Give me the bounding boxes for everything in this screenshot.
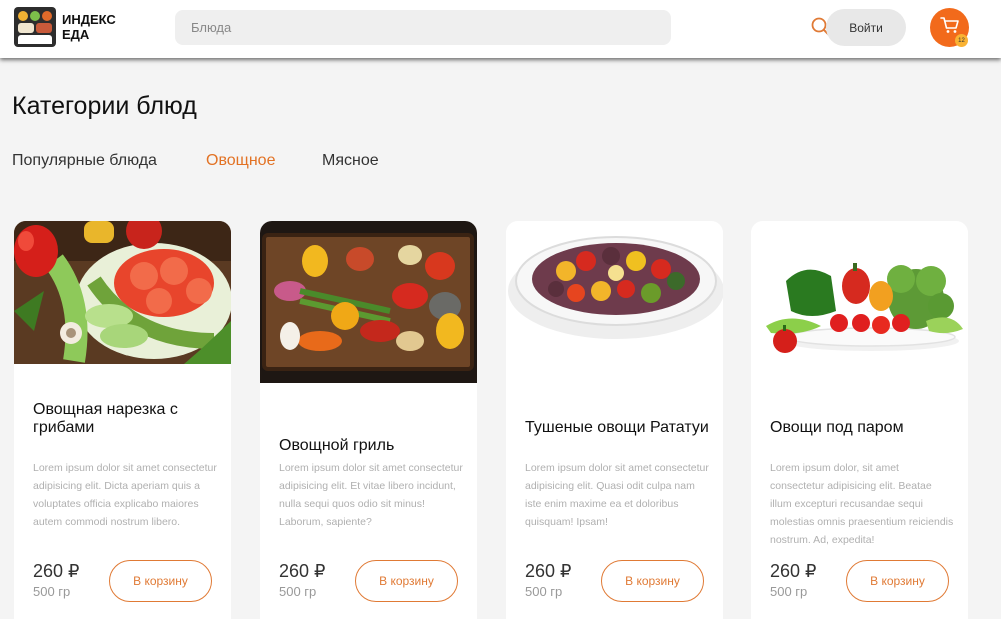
logo-text: ИНДЕКС ЕДА bbox=[62, 12, 116, 42]
cart-count-badge: 12 bbox=[955, 34, 968, 47]
dish-price: 260 ₽ bbox=[770, 561, 817, 581]
site-header: ИНДЕКС ЕДА Войти 12 bbox=[0, 0, 1001, 58]
dish-image-vegetable-platter bbox=[14, 221, 231, 364]
page-title: Категории блюд bbox=[12, 92, 197, 120]
dish-weight: 500 гр bbox=[279, 584, 317, 599]
logo-line-1: ИНДЕКС bbox=[62, 12, 116, 27]
tab-meat[interactable]: Мясное bbox=[322, 152, 379, 170]
dish-image-ratatouille bbox=[506, 221, 723, 343]
dish-description: Lorem ipsum dolor sit amet consectetur a… bbox=[279, 462, 463, 528]
add-to-cart-button[interactable]: В корзину bbox=[109, 560, 212, 602]
dish-card[interactable]: Тушеные овощи Рататуи Lorem ipsum dolor … bbox=[506, 221, 723, 619]
dish-image-steamed-vegetables bbox=[751, 221, 968, 371]
logo-icon bbox=[14, 7, 56, 47]
dish-image-grilled-vegetables bbox=[260, 221, 477, 383]
tab-vegetable[interactable]: Овощное bbox=[206, 152, 275, 170]
login-button[interactable]: Войти bbox=[826, 9, 906, 46]
logo-line-2: ЕДА bbox=[62, 27, 90, 42]
dish-price: 260 ₽ bbox=[525, 561, 572, 581]
search-input[interactable] bbox=[175, 10, 615, 45]
search-bar bbox=[175, 10, 830, 45]
add-to-cart-button[interactable]: В корзину bbox=[846, 560, 949, 602]
dish-weight: 500 гр bbox=[525, 584, 563, 599]
dish-card[interactable]: Овощи под паром Lorem ipsum dolor, sit a… bbox=[751, 221, 968, 619]
dish-price: 260 ₽ bbox=[33, 561, 80, 581]
dish-weight: 500 гр bbox=[770, 584, 808, 599]
tab-popular[interactable]: Популярные блюда bbox=[12, 152, 157, 170]
dish-description: Lorem ipsum dolor sit amet consectetur a… bbox=[33, 462, 217, 528]
dish-title: Овощная нарезка с грибами bbox=[33, 401, 178, 436]
dish-title: Тушеные овощи Рататуи bbox=[525, 419, 709, 436]
add-to-cart-button[interactable]: В корзину bbox=[601, 560, 704, 602]
dish-weight: 500 гр bbox=[33, 584, 71, 599]
dish-price: 260 ₽ bbox=[279, 561, 326, 581]
dish-description: Lorem ipsum dolor sit amet consectetur a… bbox=[525, 462, 709, 528]
dish-description: Lorem ipsum dolor, sit amet consectetur … bbox=[770, 462, 954, 546]
dish-title: Овощи под паром bbox=[770, 419, 904, 436]
dish-card[interactable]: Овощной гриль Lorem ipsum dolor sit amet… bbox=[260, 221, 477, 619]
add-to-cart-button[interactable]: В корзину bbox=[355, 560, 458, 602]
dish-card[interactable]: Овощная нарезка с грибами Lorem ipsum do… bbox=[14, 221, 231, 619]
dish-title: Овощной гриль bbox=[279, 437, 395, 454]
logo[interactable]: ИНДЕКС ЕДА bbox=[14, 7, 116, 47]
